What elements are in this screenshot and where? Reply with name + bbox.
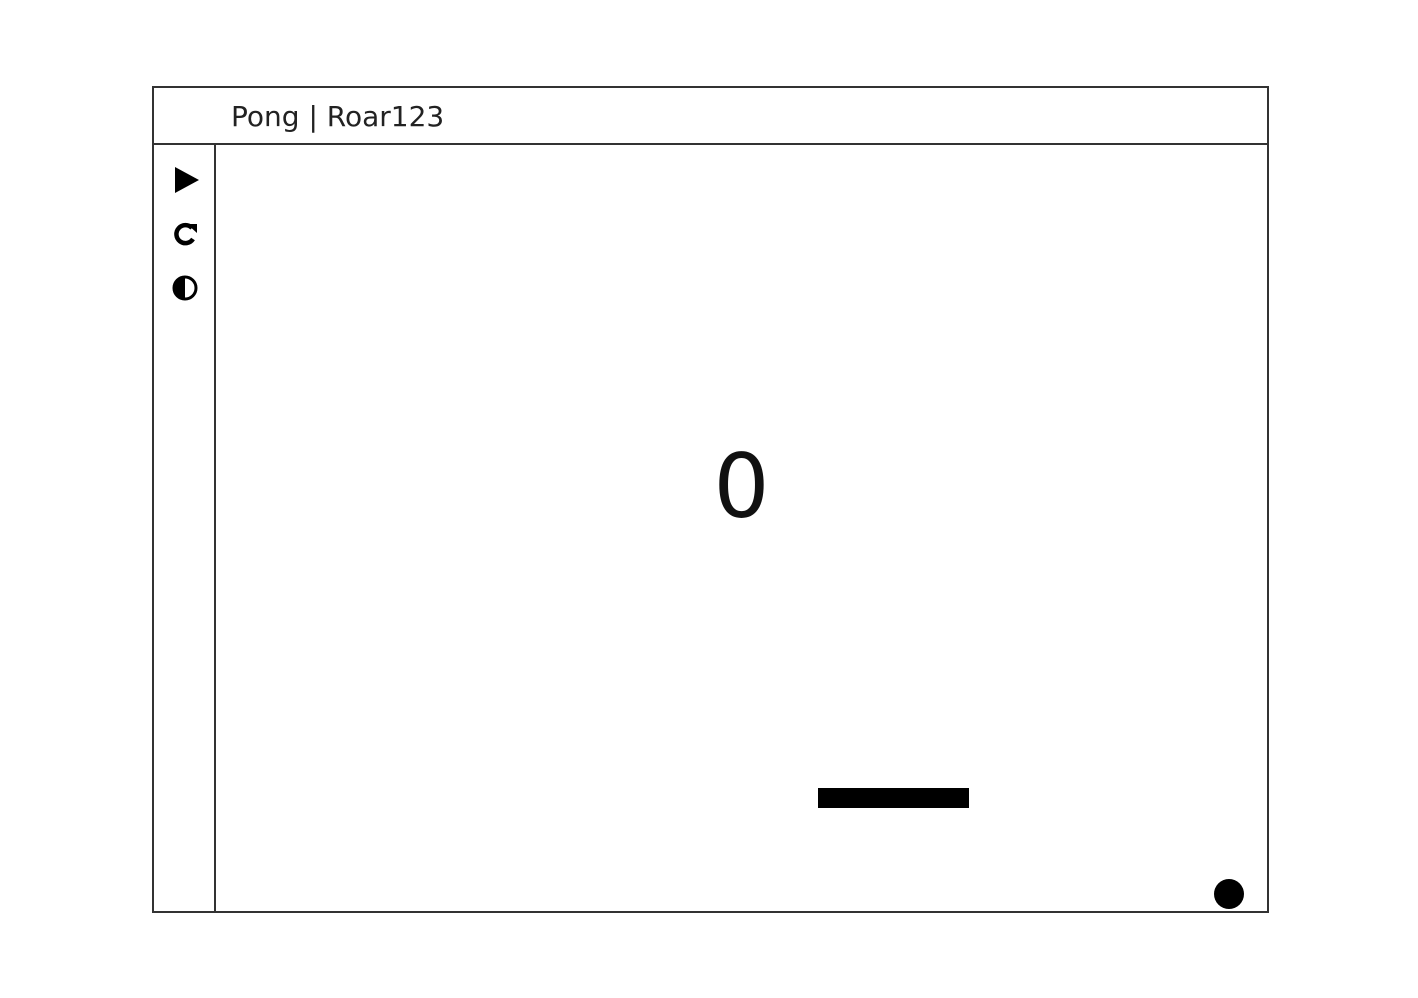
ball <box>1214 879 1244 909</box>
toolbar-sidebar <box>154 145 216 911</box>
play-button[interactable] <box>168 163 202 197</box>
game-canvas[interactable]: 0 <box>216 145 1267 911</box>
play-icon <box>175 167 199 193</box>
restart-button[interactable] <box>168 217 202 251</box>
score-display: 0 <box>713 435 770 538</box>
title-bar: Pong | Roar123 <box>154 88 1267 145</box>
restart-icon <box>174 222 197 246</box>
game-window: Pong | Roar123 0 <box>152 86 1269 913</box>
window-title: Pong | Roar123 <box>231 100 445 133</box>
contrast-icon <box>172 275 198 301</box>
contrast-button[interactable] <box>168 271 202 305</box>
paddle[interactable] <box>818 788 969 808</box>
